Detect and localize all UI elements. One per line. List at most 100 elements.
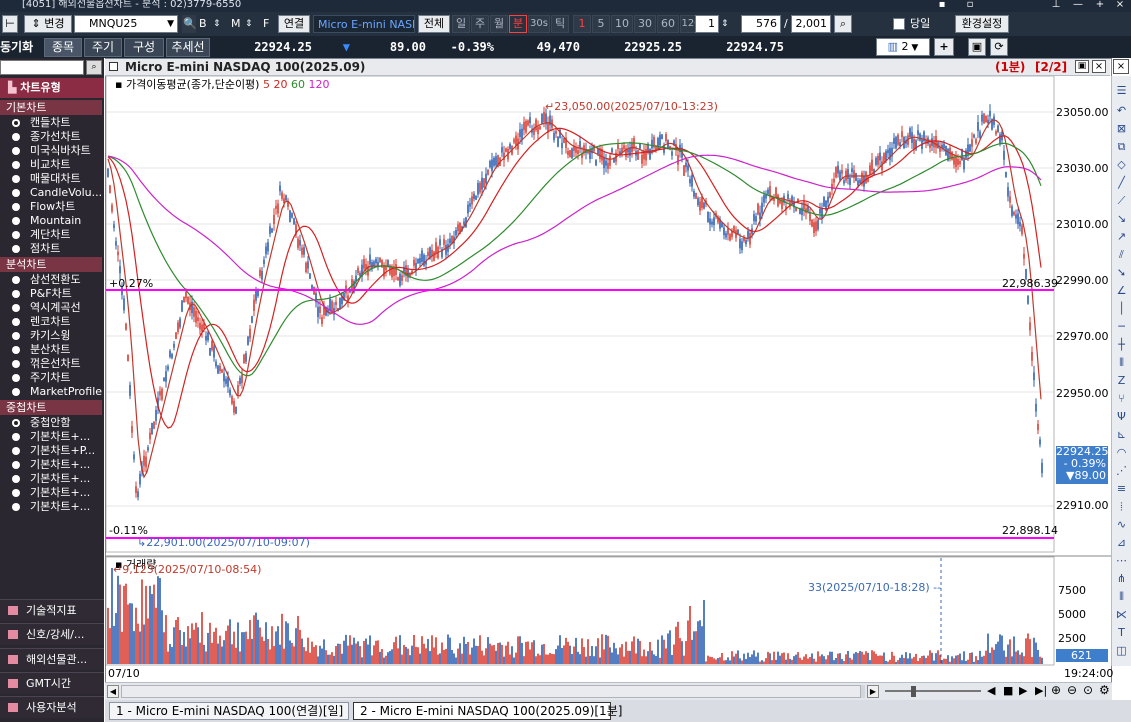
scroll-track[interactable] <box>121 685 865 698</box>
m-button[interactable]: M <box>231 15 241 33</box>
tab-trendline[interactable]: 추세선 <box>166 38 210 57</box>
period-30s-button[interactable]: 30s <box>528 15 550 33</box>
chart-close-icon[interactable]: × <box>1092 60 1106 73</box>
chart-settings-icon[interactable]: ⚙ <box>1099 683 1110 697</box>
sidebar-item-overlay-5[interactable]: 기본차트+... <box>0 486 104 500</box>
sidebar-item-volume-profile[interactable]: 매물대차트 <box>0 172 104 186</box>
extended-line-icon[interactable]: ↗ <box>1115 230 1128 243</box>
period-bar-icon[interactable]: ⦀ <box>1115 590 1128 603</box>
settings-button[interactable]: 환경설정 <box>955 15 1009 33</box>
sidebar-item-flow[interactable]: Flow차트 <box>0 200 104 214</box>
sidebar-user-analysis[interactable]: 사용자분석 <box>0 696 104 718</box>
zoom-fit-icon[interactable]: ⊙ <box>1083 683 1093 697</box>
scroll-thumb[interactable] <box>121 685 861 698</box>
sidebar-item-no-overlay[interactable]: 중첩안함 <box>0 416 104 430</box>
eraser-icon[interactable]: ◇ <box>1115 158 1128 171</box>
delete-all-icon[interactable]: ⊠ <box>1115 122 1128 135</box>
gann-fan-icon[interactable]: ⋉ <box>1115 608 1128 621</box>
sidebar-search-input[interactable] <box>0 60 84 75</box>
menu-icon[interactable]: ☰ <box>1115 84 1128 97</box>
overlay-chart-header[interactable]: 중첩차트 <box>0 400 102 415</box>
all-button[interactable]: 전체 <box>418 15 450 33</box>
sidebar-search-icon[interactable]: ⌕ <box>86 60 102 75</box>
sidebar-item-three-line[interactable]: 삼선전환도 <box>0 273 104 287</box>
b-spinner-icon[interactable]: ⇕ <box>213 15 221 33</box>
interval-spinner-icon[interactable]: ⇕ <box>721 15 729 33</box>
trendline-icon[interactable]: ⟋ <box>1115 194 1128 207</box>
fibonacci-fan-icon[interactable]: ⋰ <box>1115 464 1128 477</box>
add-chart-icon[interactable]: + <box>934 38 954 56</box>
sidebar-item-mountain[interactable]: Mountain <box>0 214 104 228</box>
tab-item[interactable]: 종목 <box>44 38 82 57</box>
line-icon[interactable]: ╱ <box>1115 176 1128 189</box>
first-icon[interactable]: ⊢ <box>2 15 18 33</box>
price-chart-canvas[interactable] <box>106 76 1111 682</box>
sidebar-item-dot[interactable]: 점차트 <box>0 242 104 256</box>
analysis-chart-header[interactable]: 분석차트 <box>0 257 102 272</box>
sidebar-item-overlay-6[interactable]: 기본차트+... <box>0 500 104 514</box>
window-restore-icon[interactable]: ▫ <box>960 0 980 12</box>
cycle-icon[interactable]: ∿ <box>1115 518 1128 531</box>
sidebar-item-scatter[interactable]: 분산차트 <box>0 343 104 357</box>
save-icon[interactable]: ▣ <box>968 38 986 56</box>
m-spinner-icon[interactable]: ⇕ <box>245 15 253 33</box>
sidebar-item-overlay-3[interactable]: 기본차트+... <box>0 458 104 472</box>
zigzag-icon[interactable]: Z <box>1115 374 1128 387</box>
window-maximize-icon[interactable]: + <box>1090 0 1110 12</box>
zoom-in-icon[interactable]: ⊕ <box>1051 683 1061 697</box>
window-menu-icon[interactable]: ▪ <box>932 0 952 12</box>
sidebar-item-kagi[interactable]: 카기스윙 <box>0 329 104 343</box>
next-icon[interactable]: ▶ <box>1019 684 1027 697</box>
sidebar-signals[interactable]: 신호/강세/... <box>0 623 104 645</box>
fibonacci-retrace-icon[interactable]: ≡ <box>1115 482 1128 495</box>
scroll-right-icon[interactable]: ▶ <box>867 685 879 698</box>
zoom-slider[interactable] <box>885 690 981 692</box>
chart-select-checkbox[interactable] <box>109 62 118 71</box>
interval-input[interactable]: 1 <box>695 15 719 33</box>
minute-option-30[interactable]: 30 <box>634 15 656 33</box>
sidebar-item-counter-clock[interactable]: 역시계곡선 <box>0 301 104 315</box>
sidebar-gmt-time[interactable]: GMT시간 <box>0 672 104 694</box>
sidebar-item-broken-line[interactable]: 꺾은선차트 <box>0 357 104 371</box>
b-button[interactable]: B <box>199 15 207 33</box>
minute-option-60[interactable]: 60 <box>657 15 679 33</box>
speed-line-icon[interactable]: ⋯ <box>1115 554 1128 567</box>
search-icon[interactable]: 🔍 <box>182 15 197 33</box>
sidebar-item-close-line[interactable]: 종가선차트 <box>0 130 104 144</box>
angle-line-icon[interactable]: ∠ <box>1115 284 1128 297</box>
sidebar-item-cycle[interactable]: 주기차트 <box>0 371 104 385</box>
sidebar-technical-indicators[interactable]: 기술적지표 <box>0 599 104 621</box>
minute-option-1[interactable]: 1 <box>573 15 591 33</box>
arrow-line-icon[interactable]: ➘ <box>1115 266 1128 279</box>
cross-line-icon[interactable]: ┼ <box>1115 338 1128 351</box>
undo-icon[interactable]: ↶ <box>1115 104 1128 117</box>
sidebar-item-candlevolume[interactable]: CandleVolu... <box>0 186 104 200</box>
end-icon[interactable]: ▶| <box>1035 684 1047 697</box>
minute-option-10[interactable]: 10 <box>611 15 633 33</box>
horizontal-line-icon[interactable]: ─ <box>1115 320 1128 333</box>
pitchfork-icon[interactable]: Ψ <box>1115 410 1128 423</box>
window-pin-icon[interactable]: ⊥ <box>1046 0 1066 12</box>
ray-icon[interactable]: ↘ <box>1115 212 1128 225</box>
sidebar-item-step[interactable]: 계단차트 <box>0 228 104 242</box>
sync-label[interactable]: 동기화 <box>0 38 33 57</box>
channel-icon[interactable]: ⫽ <box>1115 248 1128 261</box>
change-button[interactable]: ⇕ 변경 <box>24 15 72 33</box>
period-minute-button[interactable]: 분 <box>509 15 527 33</box>
chart-tab-2[interactable]: 2 - Micro E-mini NASDAQ 100(2025.09)[1분] <box>353 702 622 720</box>
sidebar-item-compare[interactable]: 비교차트 <box>0 158 104 172</box>
zoom-out-icon[interactable]: ⊖ <box>1067 683 1077 697</box>
chart-maximize-icon[interactable]: ▣ <box>1075 60 1089 73</box>
andrews-icon[interactable]: ⋔ <box>1115 572 1128 585</box>
sidebar-item-overlay-2[interactable]: 기본차트+P... <box>0 444 104 458</box>
sidebar-futures-related[interactable]: 해외선물관... <box>0 648 104 670</box>
symbol-input[interactable]: MNQU25 ▼ <box>74 15 178 33</box>
chevron-down-icon[interactable]: ▼ <box>167 16 174 32</box>
sidebar-item-overlay-1[interactable]: 기본차트+... <box>0 430 104 444</box>
regression-icon[interactable]: ⊿ <box>1115 536 1128 549</box>
sidebar-item-candle[interactable]: 캔들차트 <box>0 116 104 130</box>
sidebar-item-overlay-4[interactable]: 기본차트+... <box>0 472 104 486</box>
sidebar-item-pf[interactable]: P&F차트 <box>0 287 104 301</box>
today-checkbox[interactable] <box>893 18 905 30</box>
sidebar-item-market-profile[interactable]: MarketProfile <box>0 385 104 399</box>
